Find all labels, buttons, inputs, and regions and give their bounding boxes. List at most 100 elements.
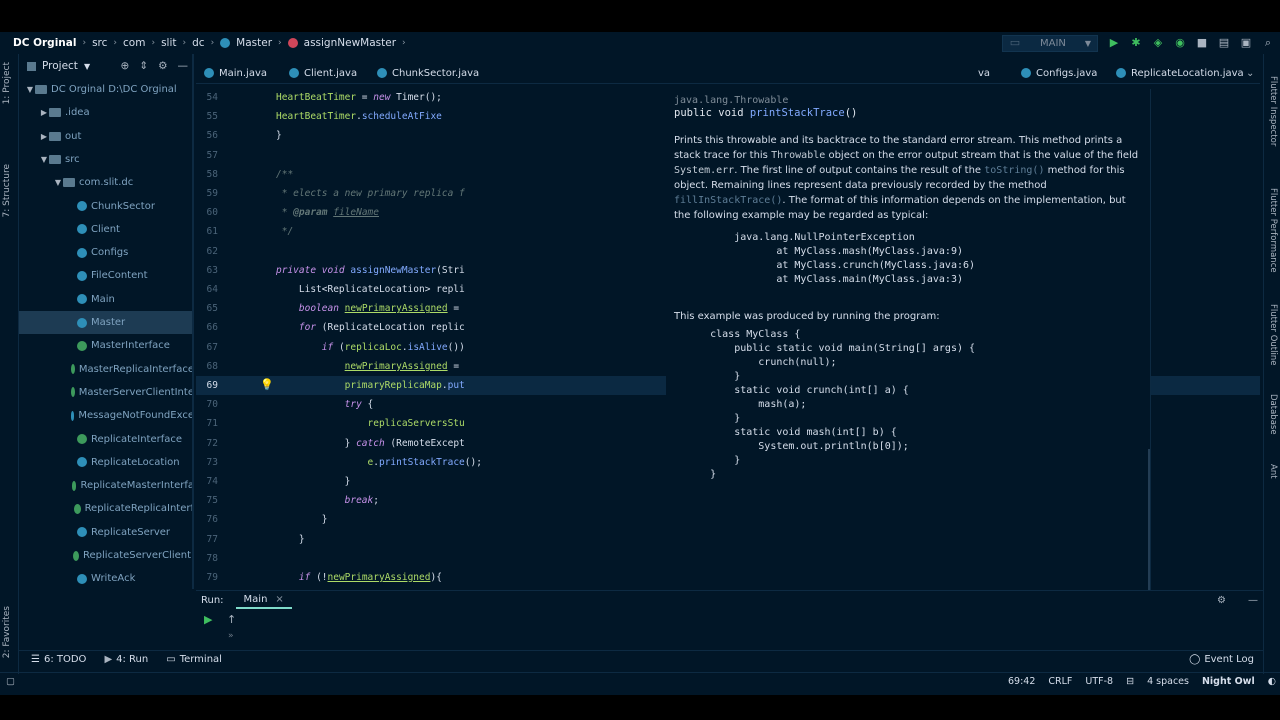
- crumb-project[interactable]: DC Orginal: [13, 37, 76, 49]
- crumb-master[interactable]: Master: [236, 37, 272, 49]
- chevron-down-icon[interactable]: ▼: [25, 85, 35, 94]
- line-number[interactable]: 78: [196, 549, 218, 568]
- line-number[interactable]: 71: [196, 414, 218, 433]
- profile-icon[interactable]: ◉: [1174, 37, 1186, 49]
- chevron-right-icon[interactable]: ▶: [39, 132, 49, 141]
- todo-tool-button[interactable]: ☰ 6: TODO: [31, 654, 86, 665]
- line-number[interactable]: 57: [196, 146, 218, 165]
- tree-item[interactable]: ReplicateInterface: [19, 428, 192, 451]
- close-icon[interactable]: ×: [275, 594, 283, 605]
- line-number[interactable]: 64: [196, 280, 218, 299]
- tree-item[interactable]: MasterReplicaInterface: [19, 358, 192, 381]
- minimize-icon[interactable]: —: [178, 60, 189, 72]
- tree-item[interactable]: ▼ DC Orginal D:\DC Orginal: [19, 78, 192, 101]
- line-number[interactable]: 79: [196, 568, 218, 587]
- code-editor[interactable]: 54 HeartBeatTimer = new Timer(); 55 HeartBe…: [196, 84, 1260, 590]
- line-number[interactable]: 59: [196, 184, 218, 203]
- line-number[interactable]: 66: [196, 318, 218, 337]
- tree-item[interactable]: MasterInterface: [19, 334, 192, 357]
- tree-item[interactable]: WriteAck: [19, 567, 192, 589]
- tool-tab-flutter-outline[interactable]: Flutter Outline: [1268, 304, 1278, 365]
- line-number[interactable]: 60: [196, 203, 218, 222]
- debug-icon[interactable]: ✱: [1130, 37, 1142, 49]
- tree-item[interactable]: Configs: [19, 241, 192, 264]
- tool-tab-project[interactable]: 1: Project: [2, 62, 12, 104]
- tab-replicatelocation-java[interactable]: ReplicateLocation.java: [1116, 62, 1244, 84]
- line-number[interactable]: 58: [196, 165, 218, 184]
- tree-item[interactable]: ▼ com.slit.dc: [19, 171, 192, 194]
- chevron-right-icon[interactable]: ▶: [39, 108, 49, 117]
- tool-tab-structure[interactable]: 7: Structure: [2, 164, 12, 218]
- tree-item[interactable]: ▶ out: [19, 125, 192, 148]
- run-config-select[interactable]: ▭ MAIN ▼: [1002, 34, 1098, 52]
- project-panel-title[interactable]: Project: [42, 60, 78, 72]
- tool-tab-flutter-performance[interactable]: Flutter Performance: [1268, 188, 1278, 273]
- tree-item[interactable]: ReplicateReplicaInterf: [19, 497, 192, 520]
- search-icon[interactable]: ⌕: [1262, 37, 1274, 49]
- project-structure-icon[interactable]: ▤: [1218, 37, 1230, 49]
- tool-tab-flutter-inspector[interactable]: Flutter Inspector: [1268, 76, 1278, 146]
- line-number[interactable]: 77: [196, 530, 218, 549]
- chevron-down-icon[interactable]: ▼: [84, 62, 90, 71]
- crumb-src[interactable]: src: [92, 37, 107, 49]
- terminal-tool-button[interactable]: ▭ Terminal: [166, 654, 222, 665]
- crumb-method[interactable]: assignNewMaster: [304, 37, 396, 49]
- locate-icon[interactable]: ⊕: [120, 60, 129, 72]
- line-number[interactable]: 74: [196, 472, 218, 491]
- tab-client-java[interactable]: Client.java: [289, 62, 357, 84]
- tab-chunksector-java[interactable]: ChunkSector.java: [377, 62, 479, 84]
- line-number[interactable]: 56: [196, 126, 218, 145]
- lightbulb-icon[interactable]: 💡: [260, 379, 274, 391]
- line-number[interactable]: 75: [196, 491, 218, 510]
- line-number[interactable]: 69: [196, 376, 218, 395]
- tool-tab-database[interactable]: Database: [1268, 394, 1278, 435]
- stop-icon[interactable]: ■: [1196, 37, 1208, 49]
- tool-tab-ant[interactable]: Ant: [1268, 464, 1278, 479]
- tree-item[interactable]: MasterServerClientInte: [19, 381, 192, 404]
- line-number[interactable]: 70: [196, 395, 218, 414]
- line-number[interactable]: 62: [196, 242, 218, 261]
- tool-tab-favorites[interactable]: 2: Favorites: [2, 606, 12, 658]
- run-tool-button[interactable]: ▶ 4: Run: [104, 654, 148, 665]
- scroll-up-icon[interactable]: ↑: [227, 613, 236, 626]
- tree-item[interactable]: ReplicateServerClientI: [19, 544, 192, 567]
- line-separator[interactable]: CRLF: [1048, 676, 1072, 687]
- tree-item[interactable]: MessageNotFoundExce: [19, 404, 192, 427]
- theme-name[interactable]: Night Owl: [1202, 676, 1255, 687]
- tree-item[interactable]: ReplicateMasterInterfa: [19, 474, 192, 497]
- tree-item[interactable]: ChunkSector: [19, 195, 192, 218]
- inspector-icon[interactable]: ◐: [1268, 676, 1276, 687]
- layout-icon[interactable]: ▣: [1240, 37, 1252, 49]
- indent-setting[interactable]: 4 spaces: [1147, 676, 1189, 687]
- lock-icon[interactable]: ⊟: [1126, 676, 1134, 687]
- chevron-down-icon[interactable]: ▼: [39, 155, 49, 164]
- crumb-slit[interactable]: slit: [161, 37, 176, 49]
- chevron-down-icon[interactable]: ▼: [53, 178, 63, 187]
- tree-item[interactable]: Master: [19, 311, 192, 334]
- run-tab-main[interactable]: Main ×: [235, 591, 292, 609]
- line-number[interactable]: 65: [196, 299, 218, 318]
- crumb-dc[interactable]: dc: [192, 37, 204, 49]
- line-number[interactable]: 76: [196, 510, 218, 529]
- run-icon[interactable]: ▶: [1108, 37, 1120, 49]
- tab-main-java[interactable]: Main.java: [204, 62, 267, 84]
- tree-item[interactable]: ▼ src: [19, 148, 192, 171]
- tool-windows-icon[interactable]: ▢: [6, 676, 15, 687]
- event-log-button[interactable]: ◯ Event Log: [1189, 654, 1254, 665]
- line-number[interactable]: 73: [196, 453, 218, 472]
- tabs-overflow-icon[interactable]: ⌄: [1246, 62, 1254, 84]
- tree-item[interactable]: Client: [19, 218, 192, 241]
- line-number[interactable]: 72: [196, 434, 218, 453]
- line-number[interactable]: 61: [196, 222, 218, 241]
- line-number[interactable]: 55: [196, 107, 218, 126]
- collapse-icon[interactable]: ⇕: [139, 60, 148, 72]
- coverage-icon[interactable]: ◈: [1152, 37, 1164, 49]
- tree-item[interactable]: Main: [19, 288, 192, 311]
- tree-item[interactable]: ReplicateLocation: [19, 451, 192, 474]
- line-number[interactable]: 63: [196, 261, 218, 280]
- tree-item[interactable]: ▶ .idea: [19, 101, 192, 124]
- tab-truncated[interactable]: va: [978, 62, 990, 84]
- tab-configs-java[interactable]: Configs.java: [1021, 62, 1097, 84]
- crumb-com[interactable]: com: [123, 37, 145, 49]
- line-number[interactable]: 67: [196, 338, 218, 357]
